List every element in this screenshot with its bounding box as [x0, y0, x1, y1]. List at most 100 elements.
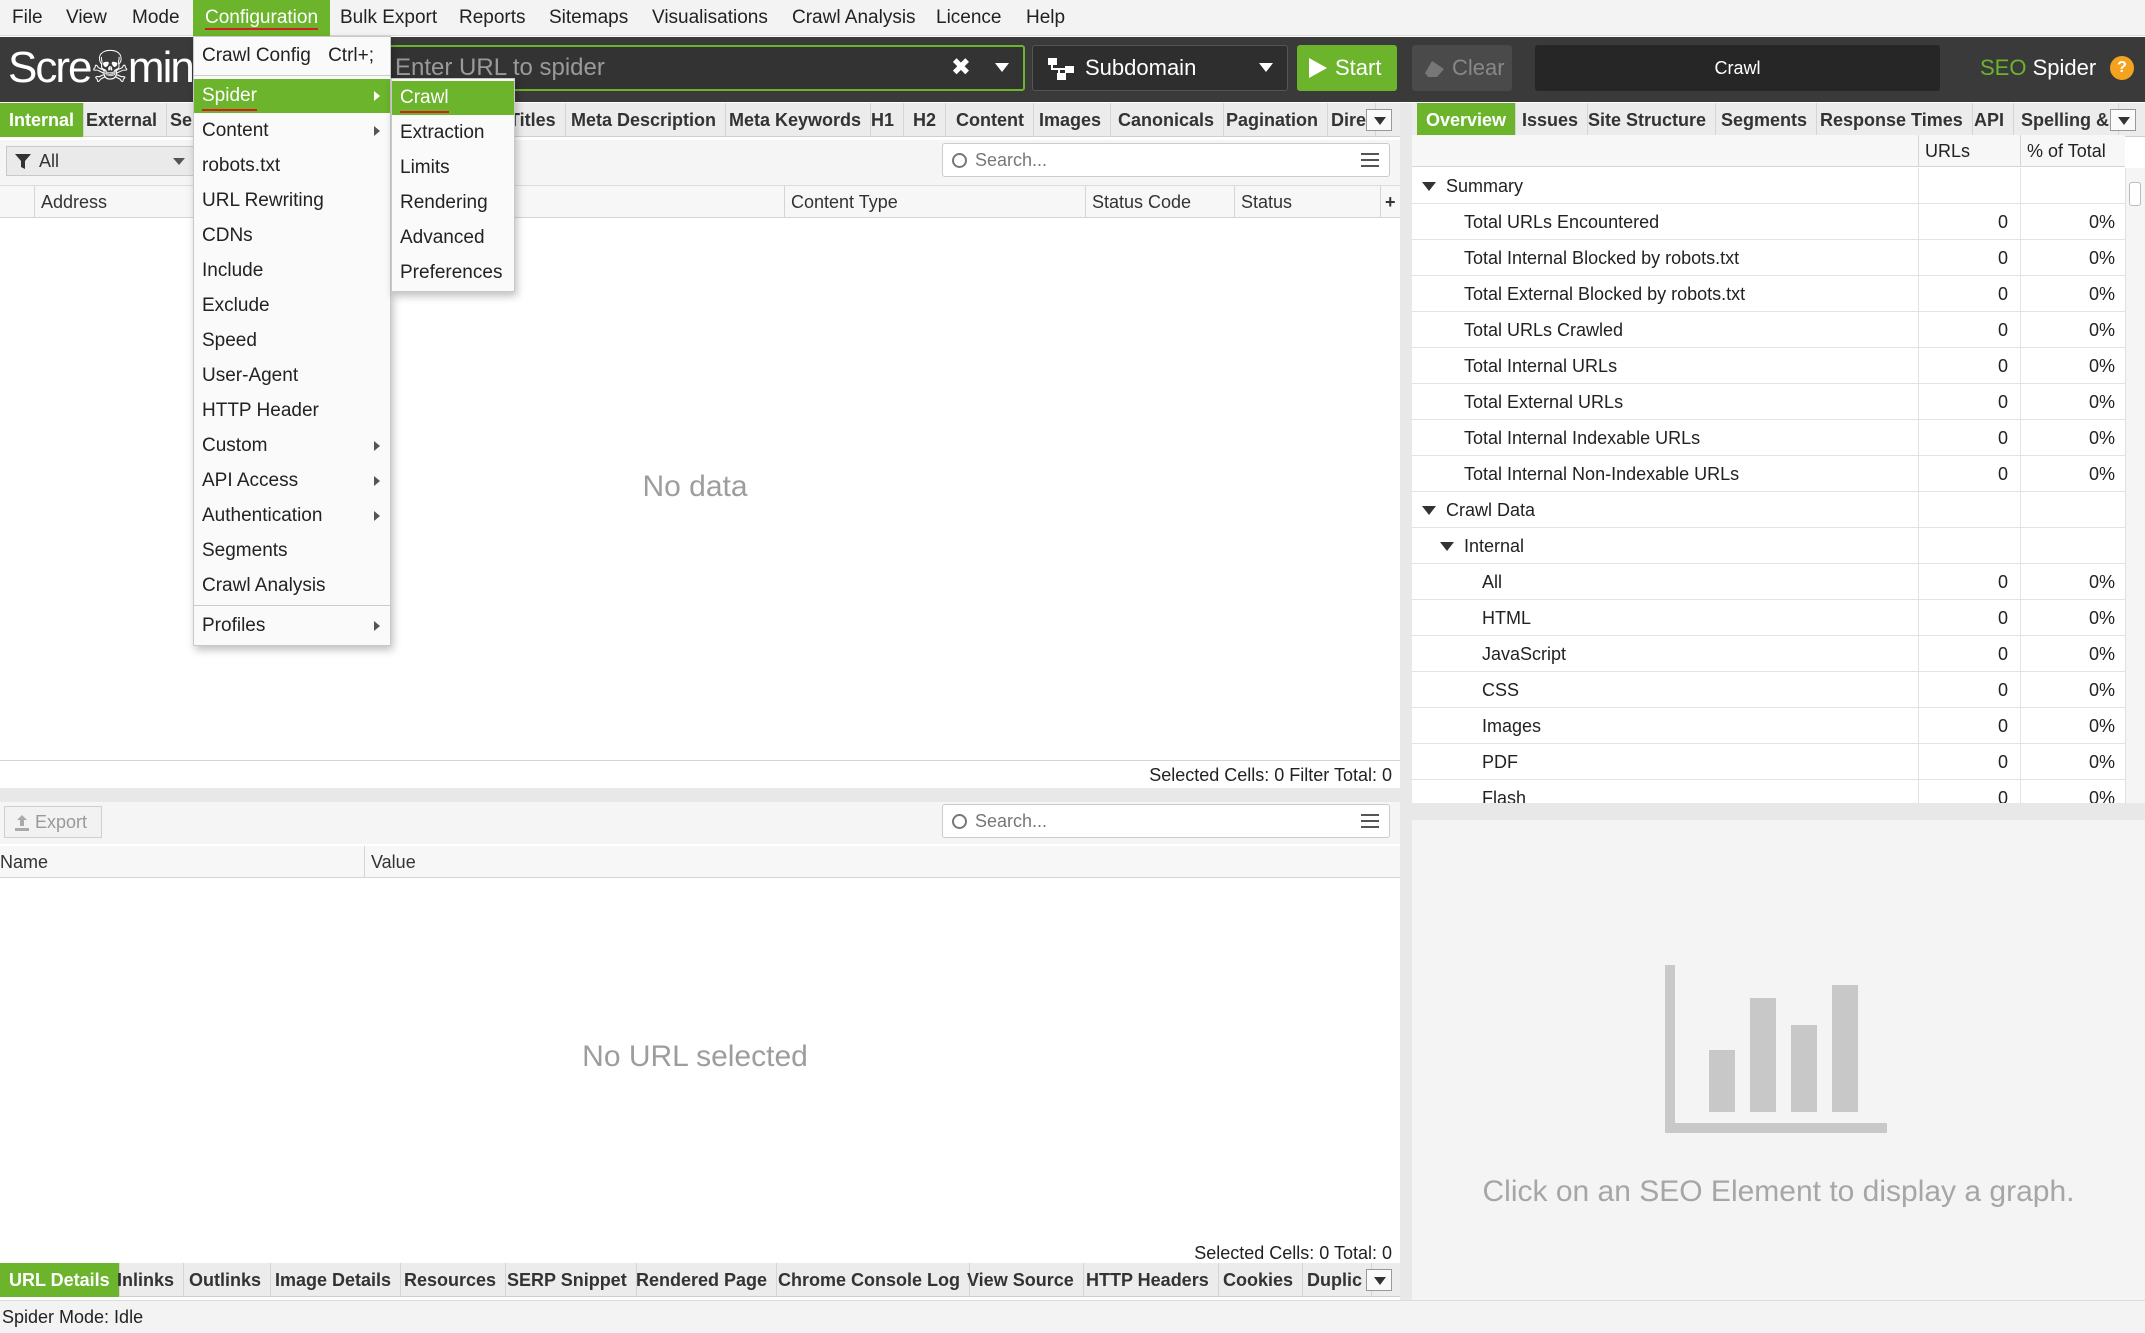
- export-button[interactable]: Export: [4, 806, 102, 838]
- tab-outlinks[interactable]: Outlinks: [180, 1263, 272, 1297]
- vertical-splitter[interactable]: [1400, 103, 1412, 1300]
- scrollbar-thumb[interactable]: [2129, 182, 2141, 206]
- tab-overview[interactable]: Overview: [1417, 103, 1517, 137]
- more-tabs-dropdown-icon[interactable]: [2110, 109, 2136, 131]
- tab-rendered-page[interactable]: Rendered Page: [627, 1263, 778, 1297]
- submenu-item-rendering[interactable]: Rendering: [392, 186, 514, 220]
- overview-row[interactable]: Images 0 0%: [1412, 708, 2125, 744]
- menu-item-include[interactable]: Include: [194, 254, 390, 288]
- pane-divider[interactable]: [0, 788, 1400, 802]
- tab-chrome-console-log[interactable]: Chrome Console Log: [769, 1263, 971, 1297]
- overview-row[interactable]: Total URLs Crawled 0 0%: [1412, 312, 2125, 348]
- menu-crawl-analysis[interactable]: Crawl Analysis: [780, 0, 928, 36]
- tab-serp-snippet[interactable]: SERP Snippet: [498, 1263, 637, 1297]
- col-name[interactable]: Name: [0, 846, 364, 878]
- overview-row[interactable]: Flash 0 0%: [1412, 780, 2125, 803]
- url-history-dropdown-icon[interactable]: [995, 63, 1009, 72]
- crawl-mode-select[interactable]: Subdomain: [1032, 45, 1288, 91]
- overview-row[interactable]: Total URLs Encountered 0 0%: [1412, 204, 2125, 240]
- menu-item-api-access[interactable]: API Access: [194, 464, 390, 498]
- tab-image-details[interactable]: Image Details: [266, 1263, 402, 1297]
- collapse-icon[interactable]: [1422, 506, 1436, 515]
- overview-row[interactable]: JavaScript 0 0%: [1412, 636, 2125, 672]
- overview-scrollbar[interactable]: [2125, 168, 2145, 803]
- tab-api[interactable]: API: [1965, 103, 2015, 137]
- overview-row[interactable]: Total Internal Blocked by robots.txt 0 0%: [1412, 240, 2125, 276]
- menu-item-http-header[interactable]: HTTP Header: [194, 394, 390, 428]
- menu-item-cdns[interactable]: CDNs: [194, 219, 390, 253]
- more-tabs-dropdown-icon[interactable]: [1366, 109, 1392, 131]
- overview-row[interactable]: Total External URLs 0 0%: [1412, 384, 2125, 420]
- tab-issues[interactable]: Issues: [1513, 103, 1589, 137]
- overview-row[interactable]: Total Internal Non-Indexable URLs 0 0%: [1412, 456, 2125, 492]
- menu-reports[interactable]: Reports: [447, 0, 538, 36]
- menu-item-segments[interactable]: Segments: [194, 534, 390, 568]
- tab-meta-keywords[interactable]: Meta Keywords: [720, 103, 872, 137]
- menu-item-authentication[interactable]: Authentication: [194, 499, 390, 533]
- right-pane-divider[interactable]: [1412, 803, 2145, 820]
- menu-item-profiles[interactable]: Profiles: [194, 609, 390, 643]
- menu-item-robots-txt[interactable]: robots.txt: [194, 149, 390, 183]
- menu-visualisations[interactable]: Visualisations: [640, 0, 780, 36]
- tab-url-details[interactable]: URL Details: [0, 1263, 120, 1297]
- tab-cookies[interactable]: Cookies: [1214, 1263, 1304, 1297]
- menu-item-custom[interactable]: Custom: [194, 429, 390, 463]
- menu-mode[interactable]: Mode: [120, 0, 192, 36]
- main-search-input[interactable]: Search...: [942, 143, 1390, 177]
- tab-content[interactable]: Content: [947, 103, 1034, 137]
- overview-row[interactable]: Total Internal Indexable URLs 0 0%: [1412, 420, 2125, 456]
- menu-sitemaps[interactable]: Sitemaps: [537, 0, 640, 36]
- menu-item-speed[interactable]: Speed: [194, 324, 390, 358]
- tab-response-times[interactable]: Response Times: [1811, 103, 1973, 137]
- tab-canonicals[interactable]: Canonicals: [1109, 103, 1225, 137]
- submenu-item-crawl[interactable]: Crawl: [392, 81, 514, 115]
- overview-row-summary[interactable]: Summary: [1412, 168, 2125, 204]
- overview-row[interactable]: All 0 0%: [1412, 564, 2125, 600]
- submenu-item-advanced[interactable]: Advanced: [392, 221, 514, 255]
- tab-h2[interactable]: H2: [904, 103, 947, 137]
- tab-site-structure[interactable]: Site Structure: [1579, 103, 1717, 137]
- clear-url-icon[interactable]: ✖: [951, 47, 971, 89]
- overview-row[interactable]: PDF 0 0%: [1412, 744, 2125, 780]
- tab-duplicate-details[interactable]: Duplic: [1298, 1263, 1373, 1297]
- filter-select[interactable]: All: [6, 146, 194, 176]
- search-options-icon[interactable]: [1361, 814, 1379, 828]
- search-options-icon[interactable]: [1361, 153, 1379, 167]
- menu-item-exclude[interactable]: Exclude: [194, 289, 390, 323]
- collapse-icon[interactable]: [1440, 542, 1454, 551]
- menu-item-crawl-config[interactable]: Crawl Config Ctrl+;: [194, 39, 390, 73]
- col-status[interactable]: Status: [1234, 186, 1380, 218]
- detail-search-input[interactable]: Search...: [942, 804, 1390, 838]
- submenu-item-preferences[interactable]: Preferences: [392, 256, 514, 290]
- clear-button[interactable]: Clear: [1412, 45, 1512, 91]
- tab-spelling[interactable]: Spelling &: [2012, 103, 2120, 137]
- col-percent-total[interactable]: % of Total: [2020, 135, 2125, 167]
- menu-file[interactable]: File: [0, 0, 55, 36]
- menu-item-spider[interactable]: Spider: [194, 79, 390, 113]
- tab-external[interactable]: External: [77, 103, 168, 137]
- tab-resources[interactable]: Resources: [395, 1263, 507, 1297]
- submenu-item-extraction[interactable]: Extraction: [392, 116, 514, 150]
- overview-row[interactable]: Total Internal URLs 0 0%: [1412, 348, 2125, 384]
- tab-view-source[interactable]: View Source: [958, 1263, 1084, 1297]
- menu-bulk-export[interactable]: Bulk Export: [328, 0, 449, 36]
- col-urls[interactable]: URLs: [1918, 135, 2020, 167]
- menu-licence[interactable]: Licence: [924, 0, 1014, 36]
- more-tabs-dropdown-icon[interactable]: [1366, 1269, 1392, 1291]
- tab-http-headers[interactable]: HTTP Headers: [1077, 1263, 1219, 1297]
- overview-row[interactable]: Total External Blocked by robots.txt 0 0%: [1412, 276, 2125, 312]
- overview-row[interactable]: CSS 0 0%: [1412, 672, 2125, 708]
- menu-item-user-agent[interactable]: User-Agent: [194, 359, 390, 393]
- menu-item-crawl-analysis[interactable]: Crawl Analysis: [194, 569, 390, 603]
- notification-icon[interactable]: ?: [2110, 56, 2134, 80]
- col-value[interactable]: Value: [364, 846, 1400, 878]
- tab-meta-description[interactable]: Meta Description: [562, 103, 727, 137]
- tab-h1[interactable]: H1: [862, 103, 905, 137]
- overview-row[interactable]: HTML 0 0%: [1412, 600, 2125, 636]
- tab-images[interactable]: Images: [1030, 103, 1112, 137]
- tab-inlinks[interactable]: Inlinks: [108, 1263, 185, 1297]
- menu-view[interactable]: View: [54, 0, 119, 36]
- menu-help[interactable]: Help: [1014, 0, 1077, 36]
- tab-pagination[interactable]: Pagination: [1217, 103, 1329, 137]
- col-status-code[interactable]: Status Code: [1085, 186, 1235, 218]
